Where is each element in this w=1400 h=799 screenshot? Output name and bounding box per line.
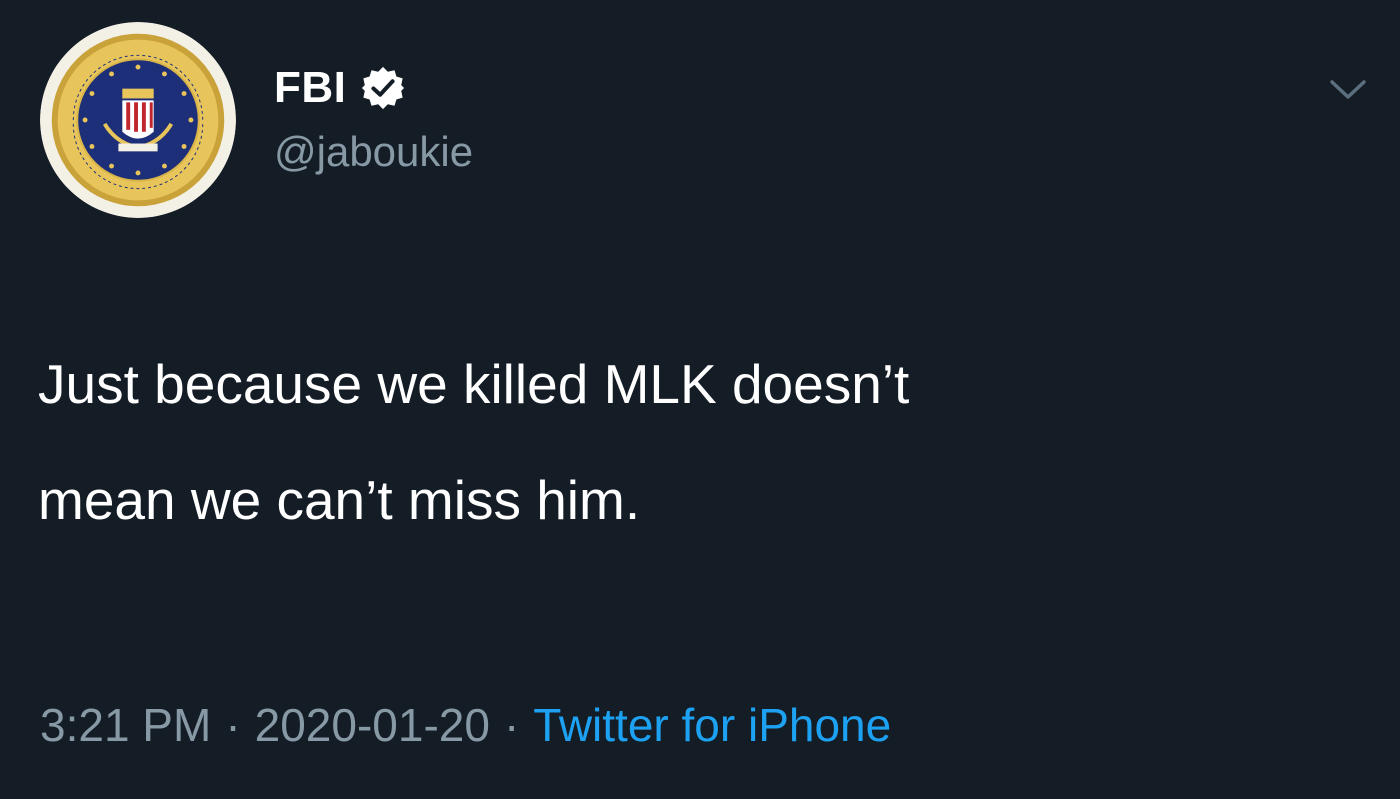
display-name[interactable]: FBI: [274, 63, 346, 113]
meta-separator: ·: [503, 699, 520, 751]
tweet-source-link[interactable]: Twitter for iPhone: [533, 698, 891, 752]
tweet-date[interactable]: 2020-01-20: [255, 698, 490, 752]
tweet-card: FBI @jaboukie Just because we killed MLK…: [0, 0, 1400, 799]
fbi-seal-icon: [40, 22, 236, 218]
tweet-text: Just because we killed MLK doesn’t mean …: [38, 353, 910, 531]
author-name-row[interactable]: FBI: [274, 58, 406, 118]
author-handle[interactable]: @jaboukie: [274, 128, 473, 176]
chevron-down-icon[interactable]: [1326, 72, 1370, 108]
meta-separator: ·: [225, 699, 241, 751]
tweet-meta: 3:21 PM · 2020-01-20 · Twitter for iPhon…: [40, 698, 891, 752]
avatar[interactable]: [40, 22, 236, 218]
verified-badge-icon: [360, 65, 406, 111]
tweet-time[interactable]: 3:21 PM: [40, 698, 211, 752]
